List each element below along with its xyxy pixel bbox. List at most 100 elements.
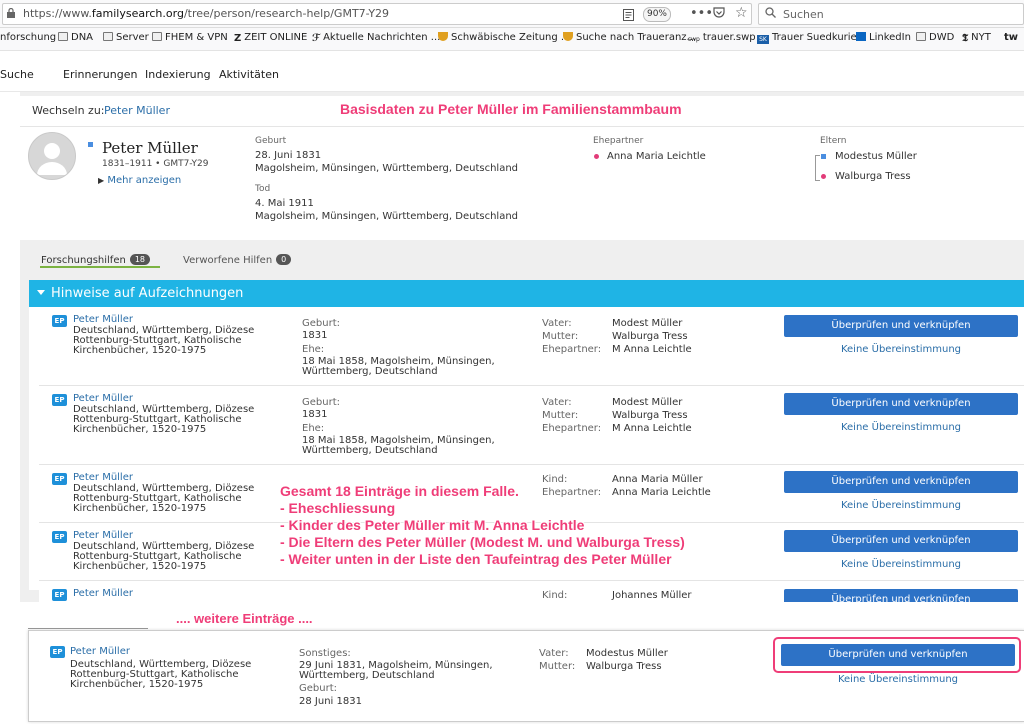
spouse-name[interactable]: Anna Maria Leichtle: [607, 151, 706, 162]
no-match-link[interactable]: Keine Übereinstimmung: [784, 344, 1018, 355]
review-attach-button[interactable]: Überprüfen und verknüpfen: [784, 393, 1018, 415]
record-icon: EP: [52, 473, 67, 485]
nav-aktivitaeten[interactable]: Aktivitäten: [219, 68, 279, 81]
section-title: Hinweise auf Aufzeichnungen: [51, 286, 244, 301]
folder-icon: [103, 32, 113, 41]
bookmark-nyt[interactable]: 𝕿 NYT: [962, 32, 991, 44]
record-hints-header[interactable]: Hinweise auf Aufzeichnungen: [29, 280, 1024, 307]
bookmark-tw[interactable]: tw: [1004, 32, 1018, 43]
no-match-link[interactable]: Keine Übereinstimmung: [784, 422, 1018, 433]
review-attach-button[interactable]: Überprüfen und verknüpfen: [784, 315, 1018, 337]
review-attach-button[interactable]: Überprüfen und verknüpfen: [784, 530, 1018, 552]
bookmark-item[interactable]: nforschung: [0, 32, 56, 43]
event-value: 28 Juni 1831: [299, 696, 362, 707]
relation-label: Ehepartner:: [542, 423, 602, 434]
record-collection: Deutschland, Württemberg, Diözese Rotten…: [73, 541, 255, 572]
bookmark-suedkurier[interactable]: SK Trauer Suedkurier: [757, 32, 861, 44]
bookmark-folder-fhem[interactable]: FHEM & VPN: [152, 32, 228, 43]
bookmark-star-icon[interactable]: ☆: [735, 5, 748, 21]
relation-value: Modest Müller: [612, 397, 683, 408]
event-label: Ehe:: [302, 423, 325, 434]
death-place: Magolsheim, Münsingen, Württemberg, Deut…: [255, 211, 519, 222]
more-actions-icon[interactable]: •••: [690, 6, 713, 21]
record-collection: Deutschland, Württemberg, Diözese Rotten…: [70, 659, 252, 690]
browser-toolbar: https://www.familysearch.org/tree/person…: [0, 0, 1024, 28]
lock-icon: [7, 8, 15, 18]
reader-view-icon[interactable]: [623, 9, 634, 21]
record-collection: Deutschland, Württemberg, Diözese Rotten…: [73, 404, 255, 435]
bookmark-trauer[interactable]: Suche nach Traueranz...: [563, 32, 696, 43]
tab-verworfene-hilfen[interactable]: Verworfene Hilfen 0: [183, 254, 292, 266]
parents-connector: [815, 155, 820, 181]
pocket-icon[interactable]: [713, 7, 725, 19]
event-label: Ehe:: [302, 344, 325, 355]
tab-forschungshilfen[interactable]: Forschungshilfen 18: [41, 254, 150, 266]
bookmark-trauer-swp[interactable]: swp trauer.swp: [688, 32, 756, 45]
review-attach-button[interactable]: Überprüfen und verknüpfen: [784, 589, 1018, 602]
relation-label: Ehepartner:: [542, 344, 602, 355]
linkedin-icon: [856, 32, 866, 41]
record-name[interactable]: Peter Müller: [73, 472, 133, 483]
zeit-logo-icon: Z: [234, 33, 242, 44]
person-dates-id: 1831–1911 • GMT7-Y29: [102, 159, 209, 169]
person-name[interactable]: Peter Müller: [102, 139, 198, 157]
record-name[interactable]: Peter Müller: [73, 393, 133, 404]
search-icon: [765, 7, 776, 18]
record-name[interactable]: Peter Müller: [70, 646, 130, 657]
review-attach-button[interactable]: Überprüfen und verknüpfen: [784, 471, 1018, 493]
show-more-link[interactable]: ▶ Mehr anzeigen: [98, 175, 181, 186]
bookmark-news[interactable]: ℱ Aktuelle Nachrichten ...: [312, 32, 440, 44]
relation-label: Kind:: [542, 590, 568, 601]
bookmark-schwaebische[interactable]: Schwäbische Zeitung ...: [438, 32, 570, 43]
relation-value: Modest Müller: [612, 318, 683, 329]
search-box[interactable]: Suchen: [758, 3, 1024, 25]
nav-suche[interactable]: Suche: [0, 68, 34, 81]
male-gender-icon: [821, 154, 826, 159]
caret-down-icon: [37, 290, 45, 295]
overlay-edge: [28, 628, 148, 629]
no-match-link[interactable]: Keine Übereinstimmung: [781, 674, 1015, 685]
event-value: 18 Mai 1858, Magolsheim, Münsingen, Würt…: [302, 435, 495, 456]
count-badge: 0: [276, 254, 292, 265]
bookmark-folder-server[interactable]: Server: [103, 32, 149, 43]
male-gender-icon: [88, 142, 93, 147]
no-match-link[interactable]: Keine Übereinstimmung: [784, 500, 1018, 511]
bookmark-zeit[interactable]: Z ZEIT ONLINE: [234, 32, 307, 44]
nav-indexierung[interactable]: Indexierung: [145, 68, 211, 81]
divider: [39, 580, 1024, 581]
annotation-top: Basisdaten zu Peter Müller im Familienst…: [340, 101, 682, 117]
father-name[interactable]: Modestus Müller: [835, 151, 917, 162]
birth-place: Magolsheim, Münsingen, Württemberg, Deut…: [255, 163, 519, 174]
record-icon: EP: [52, 531, 67, 543]
event-label: Geburt:: [302, 397, 340, 408]
parents-label: Eltern: [820, 136, 847, 146]
mother-name[interactable]: Walburga Tress: [835, 171, 911, 182]
highlight-frame: [773, 637, 1021, 673]
divider: [39, 464, 1024, 465]
female-gender-icon: [594, 154, 599, 159]
relation-value: Walburga Tress: [586, 661, 662, 672]
switch-person-link[interactable]: Peter Müller: [104, 104, 170, 117]
bookmark-folder-dna[interactable]: DNA: [58, 32, 93, 43]
news-logo-icon: ℱ: [312, 33, 321, 44]
sk-logo-icon: SK: [757, 35, 769, 44]
shield-logo-icon: [438, 32, 448, 41]
url-field[interactable]: https://www.familysearch.org/tree/person…: [2, 3, 752, 25]
record-collection: Deutschland, Württemberg, Diözese Rotten…: [73, 483, 255, 514]
nav-erinnerungen[interactable]: Erinnerungen: [63, 68, 137, 81]
bookmark-dwd[interactable]: DWD: [916, 32, 954, 43]
relation-value: Modestus Müller: [586, 648, 668, 659]
relation-label: Mutter:: [542, 410, 579, 421]
record-name[interactable]: Peter Müller: [73, 530, 133, 541]
record-name[interactable]: Peter Müller: [73, 588, 133, 599]
birth-date: 28. Juni 1831: [255, 150, 322, 161]
zoom-level[interactable]: 90%: [643, 7, 671, 22]
record-collection: Deutschland, Württemberg, Diözese Rotten…: [73, 325, 255, 356]
relation-value: M Anna Leichtle: [612, 344, 692, 355]
record-name[interactable]: Peter Müller: [73, 314, 133, 325]
no-match-link[interactable]: Keine Übereinstimmung: [784, 559, 1018, 570]
count-badge: 18: [129, 254, 150, 265]
person-summary: Peter Müller 1831–1911 • GMT7-Y29 ▶ Mehr…: [20, 127, 1024, 240]
event-value: 1831: [302, 409, 328, 420]
bookmark-linkedin[interactable]: LinkedIn: [856, 32, 911, 43]
